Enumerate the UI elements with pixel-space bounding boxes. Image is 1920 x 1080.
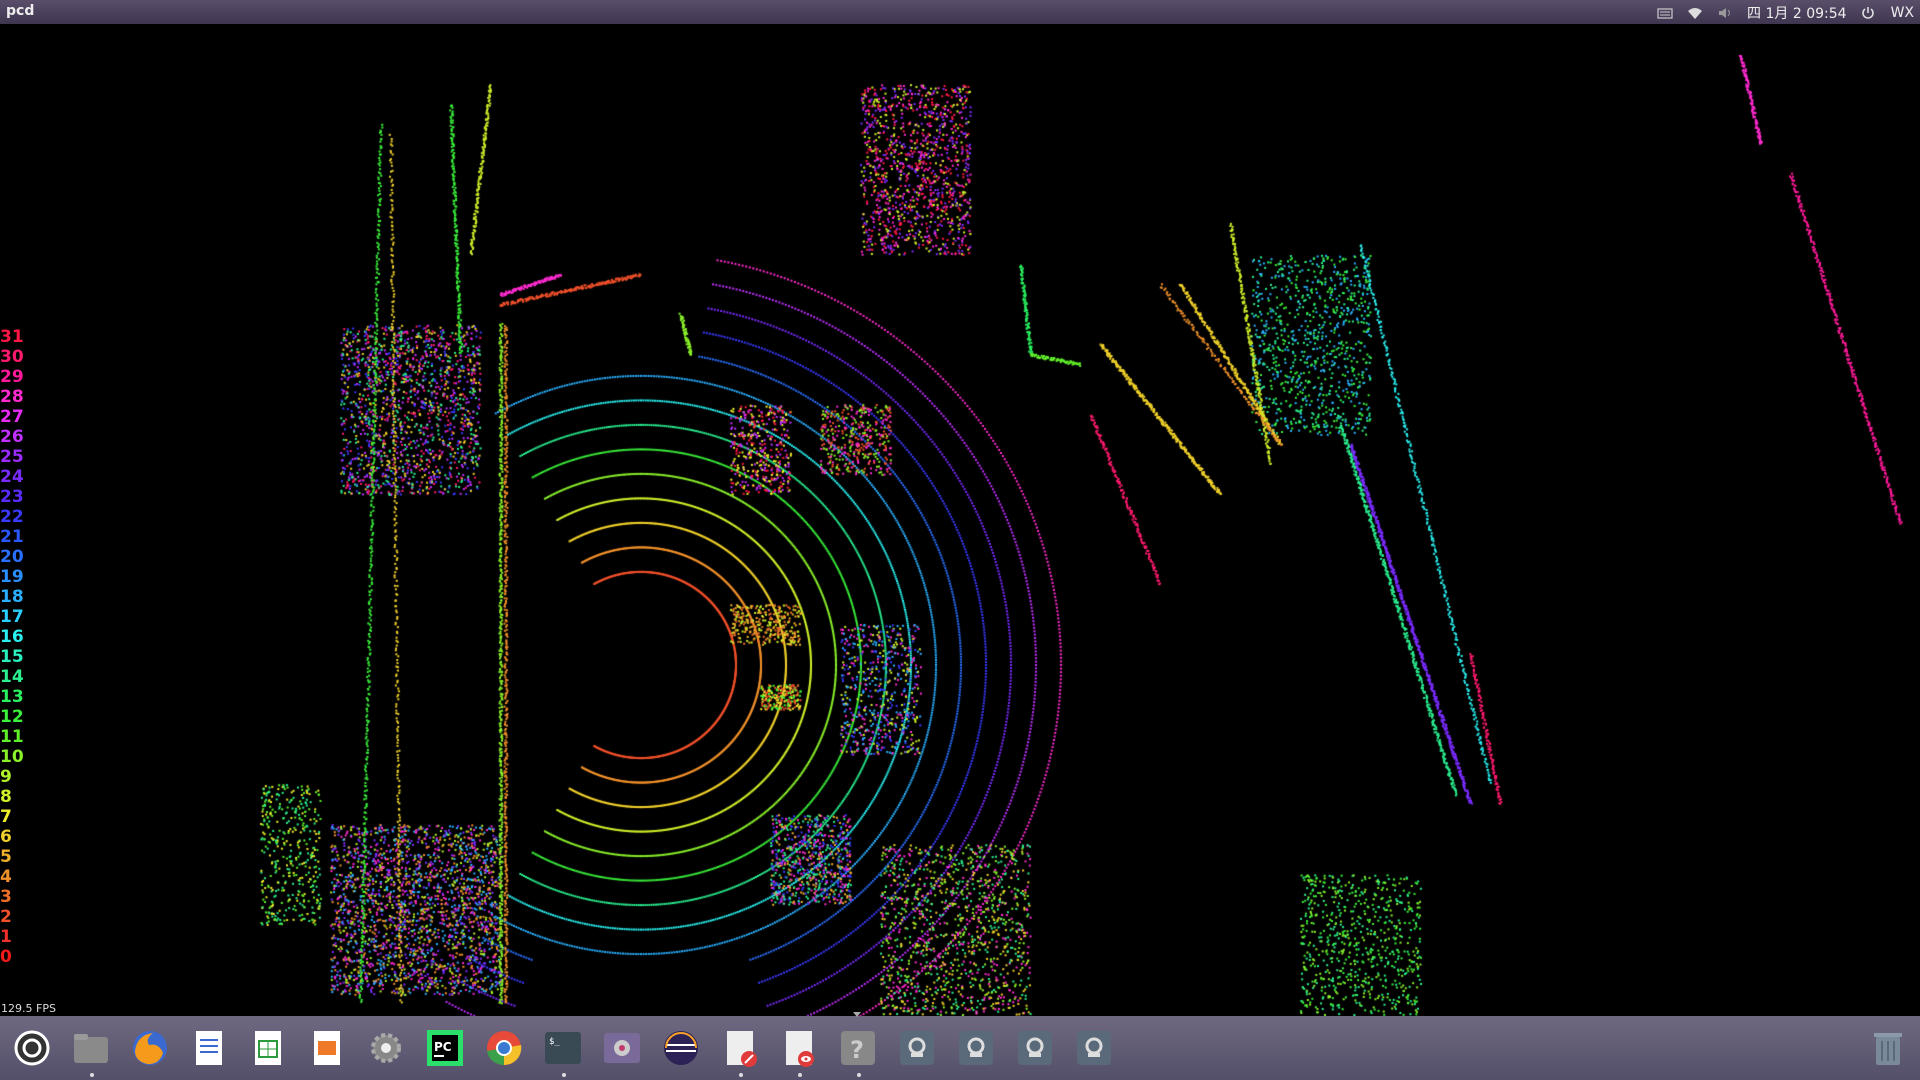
firefox-icon[interactable] bbox=[129, 1027, 171, 1069]
app-window-icon[interactable] bbox=[896, 1027, 938, 1069]
legend-item: 17 bbox=[0, 607, 24, 627]
trash-icon[interactable] bbox=[1867, 1027, 1909, 1069]
legend-item: 29 bbox=[0, 367, 24, 387]
pycharm-icon[interactable]: PC bbox=[424, 1027, 466, 1069]
legend-item: 15 bbox=[0, 647, 24, 667]
legend-item: 13 bbox=[0, 687, 24, 707]
legend-item: 27 bbox=[0, 407, 24, 427]
app-window-icon[interactable] bbox=[955, 1027, 997, 1069]
legend-item: 18 bbox=[0, 587, 24, 607]
legend-item: 12 bbox=[0, 707, 24, 727]
calc-icon[interactable] bbox=[247, 1027, 289, 1069]
legend-item: 14 bbox=[0, 667, 24, 687]
legend-item: 9 bbox=[0, 767, 12, 787]
fps-counter: 129.5 FPS bbox=[1, 1002, 56, 1015]
legend-item: 2 bbox=[0, 907, 12, 927]
system-tray: 四 1月 2 09:54 WX bbox=[1657, 3, 1914, 23]
legend-item: 20 bbox=[0, 547, 24, 567]
legend-item: 24 bbox=[0, 467, 24, 487]
legend-item: 5 bbox=[0, 847, 12, 867]
point-cloud-canvas[interactable] bbox=[0, 24, 1920, 1016]
running-indicator bbox=[562, 1073, 566, 1077]
volume-icon[interactable] bbox=[1717, 6, 1733, 20]
legend-item: 16 bbox=[0, 627, 24, 647]
legend-item: 31 bbox=[0, 327, 24, 347]
legend-item: 6 bbox=[0, 827, 12, 847]
ubuntu-launcher-icon[interactable] bbox=[11, 1027, 53, 1069]
power-icon[interactable] bbox=[1861, 6, 1877, 20]
running-indicator bbox=[90, 1073, 94, 1077]
legend-item: 10 bbox=[0, 747, 24, 767]
legend-item: 23 bbox=[0, 487, 24, 507]
svg-text:?: ? bbox=[850, 1036, 864, 1064]
legend-item: 30 bbox=[0, 347, 24, 367]
legend-item: 11 bbox=[0, 727, 24, 747]
ring-color-legend: 31 30 29 28 27 26 25 24 23 22 21 20 19 18 17 16 15 14 13 12… bbox=[0, 327, 24, 967]
running-indicator bbox=[739, 1073, 743, 1077]
datetime[interactable]: 四 1月 2 09:54 bbox=[1747, 3, 1847, 23]
legend-item: 7 bbox=[0, 807, 12, 827]
svg-text:PC: PC bbox=[434, 1040, 452, 1054]
impress-icon[interactable] bbox=[306, 1027, 348, 1069]
running-indicator bbox=[857, 1073, 861, 1077]
video-icon[interactable] bbox=[601, 1027, 643, 1069]
wifi-icon[interactable] bbox=[1687, 6, 1703, 20]
legend-item: 8 bbox=[0, 787, 12, 807]
point-cloud-viewport[interactable] bbox=[0, 24, 1920, 1016]
help-icon[interactable]: ? bbox=[837, 1027, 879, 1069]
terminal-icon[interactable]: $_ bbox=[542, 1027, 584, 1069]
legend-item: 21 bbox=[0, 527, 24, 547]
svg-text:$_: $_ bbox=[549, 1037, 560, 1047]
eclipse-icon[interactable] bbox=[660, 1027, 702, 1069]
app-window-icon[interactable] bbox=[1073, 1027, 1115, 1069]
chrome-icon[interactable] bbox=[483, 1027, 525, 1069]
settings-icon[interactable] bbox=[365, 1027, 407, 1069]
legend-item: 1 bbox=[0, 927, 12, 947]
text-editor-icon[interactable] bbox=[719, 1027, 761, 1069]
viewer-icon[interactable] bbox=[778, 1027, 820, 1069]
dock-indicator-arrow bbox=[853, 1012, 861, 1017]
running-indicator bbox=[798, 1073, 802, 1077]
keyboard-icon[interactable] bbox=[1657, 6, 1673, 20]
legend-item: 25 bbox=[0, 447, 24, 467]
app-window-icon[interactable] bbox=[1014, 1027, 1056, 1069]
legend-item: 22 bbox=[0, 507, 24, 527]
legend-item: 0 bbox=[0, 947, 12, 967]
files-icon[interactable] bbox=[70, 1027, 112, 1069]
top-panel: pcd 四 1月 2 09:54 WX bbox=[0, 0, 1920, 24]
writer-icon[interactable] bbox=[188, 1027, 230, 1069]
legend-item: 26 bbox=[0, 427, 24, 447]
user-name[interactable]: WX bbox=[1891, 5, 1914, 21]
legend-item: 3 bbox=[0, 887, 12, 907]
window-title: pcd bbox=[6, 3, 35, 19]
legend-item: 4 bbox=[0, 867, 12, 887]
legend-item: 19 bbox=[0, 567, 24, 587]
legend-item: 28 bbox=[0, 387, 24, 407]
